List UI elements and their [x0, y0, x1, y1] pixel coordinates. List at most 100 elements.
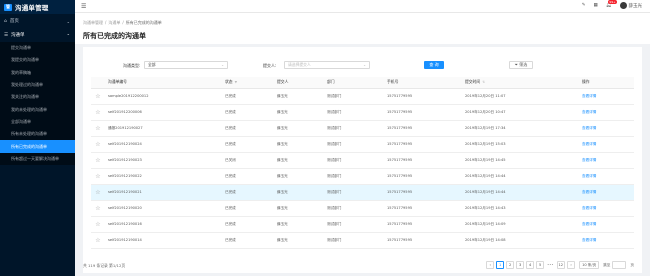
star-icon[interactable]: ☆ — [91, 104, 105, 121]
header-status-label: 状态 — [225, 79, 233, 85]
header-time[interactable]: 提交时间 ⇅ — [462, 77, 579, 89]
page-header: 沟通单管理 / 沟通单 / 所有已完成的沟通单 所有已完成的沟通单 — [75, 13, 650, 44]
page-button-last[interactable]: 12 — [556, 261, 566, 269]
next-page-icon[interactable]: › — [567, 261, 576, 269]
sidebar-item[interactable]: 我的未处理的沟通单 — [0, 103, 75, 115]
star-icon[interactable]: ☆ — [91, 216, 105, 233]
type-filter-select[interactable]: 全部 ⌄ — [144, 61, 228, 69]
cell-status: 已完成 — [222, 168, 274, 185]
star-icon[interactable]: ☆ — [91, 232, 105, 249]
cell-action[interactable]: 查看详情 — [579, 152, 634, 169]
page-size-select[interactable]: 10 条/页 — [579, 261, 600, 269]
filter-button[interactable]: ⏷ 筛选 — [509, 61, 533, 69]
table-row[interactable]: ☆ self201912190021 已完成 薛玉光 测试部门 15751779595 20… — [91, 184, 634, 201]
header-star-col — [91, 77, 105, 89]
table-row[interactable]: ☆ self201912200006 已完成 薛玉光 测试部门 15751779595 20… — [91, 104, 634, 121]
cell-id: self201912190014 — [105, 232, 222, 249]
page-button[interactable]: 4 — [526, 261, 535, 269]
cell-action[interactable]: 查看详情 — [579, 200, 634, 217]
submitter-filter-select[interactable]: 请选择提交人 ⌄ — [284, 61, 370, 69]
cell-dept: 测试部门 — [324, 200, 384, 217]
cell-dept: 测试部门 — [324, 184, 384, 201]
star-icon[interactable]: ☆ — [91, 168, 105, 185]
table-row[interactable]: ☆ self201912190014 已完成 薛玉光 测试部门 15751779595 20… — [91, 232, 634, 249]
table-row[interactable]: ☆ 通报201912190027 已完成 薛玉光 测试部门 15751779595 2019… — [91, 120, 634, 137]
star-icon[interactable]: ☆ — [91, 152, 105, 169]
table-row[interactable]: ☆ self201912190022 已完成 薛玉光 测试部门 15751779595 20… — [91, 168, 634, 185]
cell-phone: 15751779595 — [384, 200, 462, 217]
sidebar: 管 沟通单管理 ⌂ 首页 ⌄ ☰ 沟通单 ⌃ 提交沟通单 我提交的沟通单 我的草稿箱… — [0, 0, 75, 276]
star-icon[interactable]: ☆ — [91, 120, 105, 137]
cell-action[interactable]: 查看详情 — [579, 120, 634, 137]
sidebar-group-communication[interactable]: ☰ 沟通单 ⌃ — [0, 28, 75, 42]
table-row[interactable]: ☆ sample201912200012 已完成 薛玉光 测试部门 15751779595… — [91, 88, 634, 105]
user-name: 薛玉光 — [628, 3, 643, 9]
cell-status: 已完成 — [222, 184, 274, 201]
cell-submitter: 薛玉光 — [274, 200, 324, 217]
sidebar-item[interactable]: 我关注的沟通单 — [0, 91, 75, 103]
notification-bell[interactable]: 🔔︎ 99+ — [606, 0, 618, 8]
sidebar-item[interactable]: 提交沟通单 — [0, 42, 75, 54]
logo-icon: 管 — [4, 3, 12, 11]
page-button[interactable]: 3 — [516, 261, 525, 269]
submitter-filter-placeholder: 请选择提交人 — [288, 62, 311, 67]
home-icon: ⌂ — [4, 18, 7, 24]
cell-id: self201912190023 — [105, 152, 222, 169]
page-button[interactable]: 5 — [536, 261, 545, 269]
type-filter-value: 全部 — [148, 62, 156, 67]
grid-icon[interactable]: ▦ — [594, 3, 598, 8]
header-dept: 部门 — [324, 77, 384, 89]
menu-fold-icon[interactable]: ☰ — [81, 3, 86, 10]
table-row[interactable]: ☆ self201912190016 已完成 薛玉光 测试部门 15751779595 20… — [91, 216, 634, 233]
sidebar-item[interactable]: 所有已完成的沟通单 — [0, 140, 75, 153]
jump-input[interactable] — [612, 261, 627, 269]
sidebar-item[interactable]: 我提交的沟通单 — [0, 54, 75, 66]
user-menu[interactable]: 薛玉光 — [619, 2, 643, 9]
cell-dept: 测试部门 — [324, 152, 384, 169]
cell-action[interactable]: 查看详情 — [579, 136, 634, 153]
sort-icon[interactable]: ⇅ — [482, 80, 485, 84]
page-ellipsis[interactable]: ••• — [546, 263, 554, 267]
sidebar-item[interactable]: 我的草稿箱 — [0, 67, 75, 79]
cell-time: 2019年12月20日 11:07 — [462, 88, 579, 105]
edit-icon[interactable]: ✎ — [582, 3, 586, 8]
prev-page-icon[interactable]: ‹ — [486, 261, 495, 269]
cell-action[interactable]: 查看详情 — [579, 232, 634, 249]
sidebar-item[interactable]: 所有未处理的沟通单 — [0, 128, 75, 140]
header-status[interactable]: 状态 ▼ — [222, 77, 274, 89]
cell-submitter: 薛玉光 — [274, 168, 324, 185]
breadcrumb-item-current: 所有已完成的沟通单 — [125, 20, 162, 25]
sidebar-item-home[interactable]: ⌂ 首页 ⌄ — [0, 14, 75, 28]
cell-dept: 测试部门 — [324, 232, 384, 249]
page-button[interactable]: 1 — [496, 261, 505, 269]
cell-action[interactable]: 查看详情 — [579, 216, 634, 233]
header-phone: 手机号 — [384, 77, 462, 89]
cell-status: 已完成 — [222, 88, 274, 105]
table-row[interactable]: ☆ self201912190020 已完成 薛玉光 测试部门 15751779595 20… — [91, 200, 634, 217]
app-logo: 管 沟通单管理 — [0, 0, 75, 14]
star-icon[interactable]: ☆ — [91, 88, 105, 105]
search-button[interactable]: 查 询 — [424, 61, 444, 69]
cell-submitter: 薛玉光 — [274, 88, 324, 105]
sidebar-item[interactable]: 所有超过一天要解决沟通单 — [0, 153, 75, 165]
header-submitter: 提交人 — [274, 77, 324, 89]
sidebar-item[interactable]: 全部沟通单 — [0, 116, 75, 128]
table-row[interactable]: ☆ self201912190023 已关闭 薛玉光 测试部门 15751779595 20… — [91, 152, 634, 169]
breadcrumb-item[interactable]: 沟通单 — [108, 20, 120, 26]
table-row[interactable]: ☆ self201912190024 已完成 薛玉光 测试部门 15751779595 20… — [91, 136, 634, 153]
top-right-tools: ✎ ▦ 🔔︎ 99+ 薛玉光 — [582, 0, 643, 9]
breadcrumb-item[interactable]: 沟通单管理 — [83, 20, 103, 26]
filter-icon[interactable]: ▼ — [235, 80, 237, 84]
cell-action[interactable]: 查看详情 — [579, 184, 634, 201]
star-icon[interactable]: ☆ — [91, 136, 105, 153]
cell-action[interactable]: 查看详情 — [579, 168, 634, 185]
cell-action[interactable]: 查看详情 — [579, 104, 634, 121]
sidebar-item[interactable]: 我处理过的沟通单 — [0, 79, 75, 91]
cell-time: 2019年12月19日 14:44 — [462, 184, 579, 201]
cell-action[interactable]: 查看详情 — [579, 88, 634, 105]
chevron-down-icon: ⌄ — [221, 63, 224, 67]
cell-submitter: 薛玉光 — [274, 120, 324, 137]
star-icon[interactable]: ☆ — [91, 184, 105, 201]
star-icon[interactable]: ☆ — [91, 200, 105, 217]
page-button[interactable]: 2 — [506, 261, 515, 269]
